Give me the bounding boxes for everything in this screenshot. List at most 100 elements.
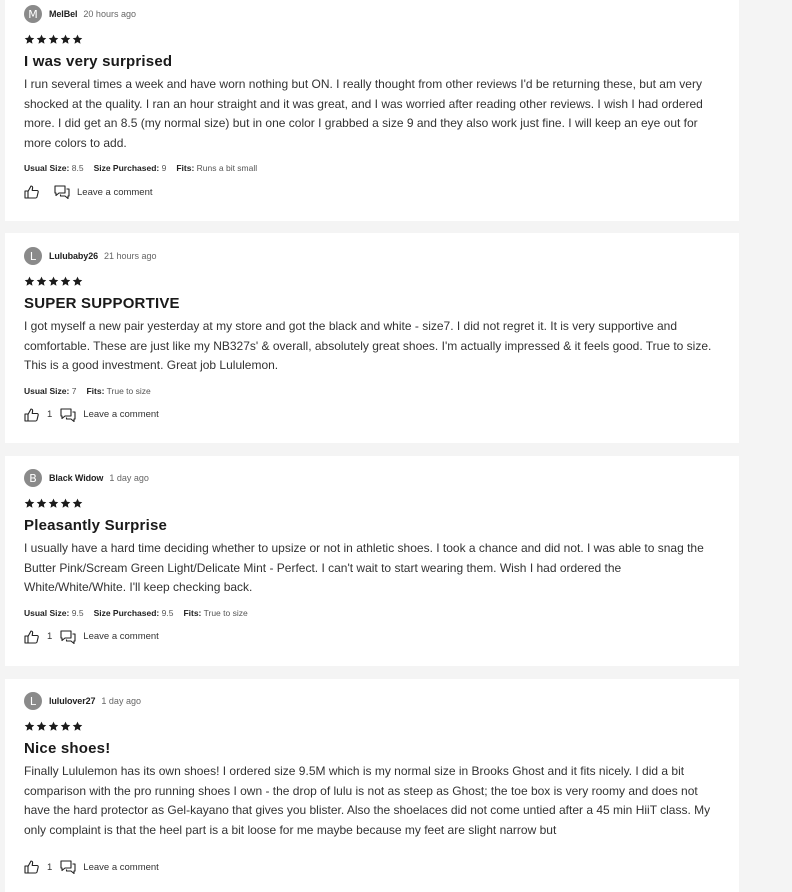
review-time: 1 day ago	[101, 696, 141, 706]
review-author[interactable]: lululover27	[49, 696, 96, 706]
review-author[interactable]: Lulubaby26	[49, 251, 98, 261]
meta-fits: Fits: Runs a bit small	[176, 163, 257, 173]
leave-comment-label: Leave a comment	[77, 186, 153, 198]
star-icon	[48, 34, 59, 45]
review-card: L Lulubaby26 21 hours ago SUPER SUPPORTI…	[5, 233, 739, 443]
comment-bubbles-icon	[54, 185, 70, 199]
review-meta: Usual Size: 8.5 Size Purchased: 9 Fits: …	[24, 162, 725, 174]
review-actions: 1 Leave a comment	[24, 858, 725, 876]
meta-size-purchased: Size Purchased: 9	[94, 163, 167, 173]
star-icon	[72, 498, 83, 509]
star-icon	[48, 276, 59, 287]
star-icon	[72, 34, 83, 45]
like-button[interactable]	[24, 185, 39, 199]
meta-value: True to size	[203, 607, 248, 618]
leave-comment-label: Leave a comment	[83, 409, 159, 420]
review-actions: Leave a comment	[24, 183, 725, 201]
star-icon	[60, 276, 71, 287]
meta-label: Usual Size:	[24, 385, 70, 396]
avatar: M	[24, 5, 42, 23]
comment-bubbles-icon	[60, 860, 76, 874]
star-icon	[24, 498, 35, 509]
meta-label: Usual Size:	[24, 607, 70, 618]
review-title: Nice shoes!	[24, 740, 111, 757]
meta-value: 9.5	[161, 607, 174, 618]
meta-label: Size Purchased:	[93, 607, 160, 618]
review-meta: Usual Size: 9.5 Size Purchased: 9.5 Fits…	[24, 607, 725, 619]
leave-comment-button[interactable]: Leave a comment	[60, 860, 159, 874]
thumbs-up-icon	[24, 185, 39, 199]
leave-comment-button[interactable]: Leave a comment	[60, 407, 159, 422]
meta-fits: Fits: True to size	[183, 608, 247, 618]
star-icon	[36, 34, 47, 45]
review-header: L Lulubaby26 21 hours ago	[24, 246, 725, 266]
star-icon	[36, 721, 47, 732]
star-rating	[24, 498, 725, 509]
review-actions: 1 Leave a comment	[24, 406, 725, 424]
leave-comment-label: Leave a comment	[83, 631, 159, 642]
meta-value: 7	[71, 385, 77, 396]
star-rating	[24, 34, 725, 45]
review-actions: 1 Leave a comment	[24, 628, 725, 646]
meta-value: 9	[161, 163, 167, 173]
star-icon	[72, 276, 83, 287]
star-rating	[24, 276, 725, 287]
star-icon	[24, 34, 35, 45]
review-time: 21 hours ago	[104, 251, 157, 261]
star-icon	[60, 34, 71, 45]
review-card: B Black Widow 1 day ago Pleasantly Surpr…	[5, 456, 739, 666]
star-icon	[72, 721, 83, 732]
like-count: 1	[47, 409, 53, 420]
review-card: M MelBel 20 hours ago I was very surpris…	[5, 0, 739, 221]
review-card: L lululover27 1 day ago Nice shoes! Fina…	[5, 679, 739, 892]
like-count: 1	[47, 631, 53, 642]
meta-value: True to size	[106, 385, 151, 396]
meta-size-purchased: Size Purchased: 9.5	[94, 608, 174, 618]
like-button[interactable]: 1	[24, 407, 60, 422]
meta-label: Fits:	[183, 607, 202, 618]
like-button[interactable]: 1	[24, 629, 60, 644]
meta-value: 9.5	[71, 607, 84, 618]
star-icon	[24, 721, 35, 732]
review-header: L lululover27 1 day ago	[24, 691, 725, 711]
comment-bubbles-icon	[60, 629, 76, 644]
meta-label: Fits:	[86, 385, 105, 396]
review-author[interactable]: MelBel	[49, 9, 78, 19]
like-button[interactable]: 1	[24, 860, 60, 874]
thumbs-up-icon	[24, 407, 39, 422]
avatar: L	[24, 247, 42, 265]
meta-usual-size: Usual Size: 9.5	[24, 608, 84, 618]
meta-label: Usual Size:	[24, 163, 70, 173]
review-title: Pleasantly Surprise	[24, 517, 168, 534]
review-body: I run several times a week and have worn…	[24, 77, 703, 150]
like-count: 1	[47, 861, 53, 873]
star-icon	[48, 721, 59, 732]
meta-fits: Fits: True to size	[86, 386, 150, 396]
leave-comment-label: Leave a comment	[83, 861, 159, 873]
thumbs-up-icon	[24, 629, 39, 644]
star-icon	[36, 498, 47, 509]
star-icon	[60, 721, 71, 732]
leave-comment-button[interactable]: Leave a comment	[54, 185, 153, 199]
review-title: I was very surprised	[24, 53, 173, 70]
thumbs-up-icon	[24, 860, 39, 874]
review-meta: Usual Size: 7 Fits: True to size	[24, 385, 725, 397]
review-title: SUPER SUPPORTIVE	[24, 295, 180, 312]
meta-label: Size Purchased:	[93, 163, 160, 173]
review-header: M MelBel 20 hours ago	[24, 4, 725, 24]
review-time: 20 hours ago	[83, 9, 136, 19]
meta-label: Fits:	[176, 163, 195, 173]
star-icon	[48, 498, 59, 509]
meta-usual-size: Usual Size: 7	[24, 386, 76, 396]
meta-usual-size: Usual Size: 8.5	[24, 163, 84, 173]
review-header: B Black Widow 1 day ago	[24, 468, 725, 488]
star-rating	[24, 721, 725, 732]
comment-bubbles-icon	[60, 407, 76, 422]
avatar: B	[24, 469, 42, 487]
star-icon	[60, 498, 71, 509]
review-author[interactable]: Black Widow	[49, 473, 103, 483]
review-body: I usually have a hard time deciding whet…	[24, 541, 704, 594]
meta-value: Runs a bit small	[196, 163, 258, 173]
review-time: 1 day ago	[109, 473, 149, 483]
leave-comment-button[interactable]: Leave a comment	[60, 629, 159, 644]
